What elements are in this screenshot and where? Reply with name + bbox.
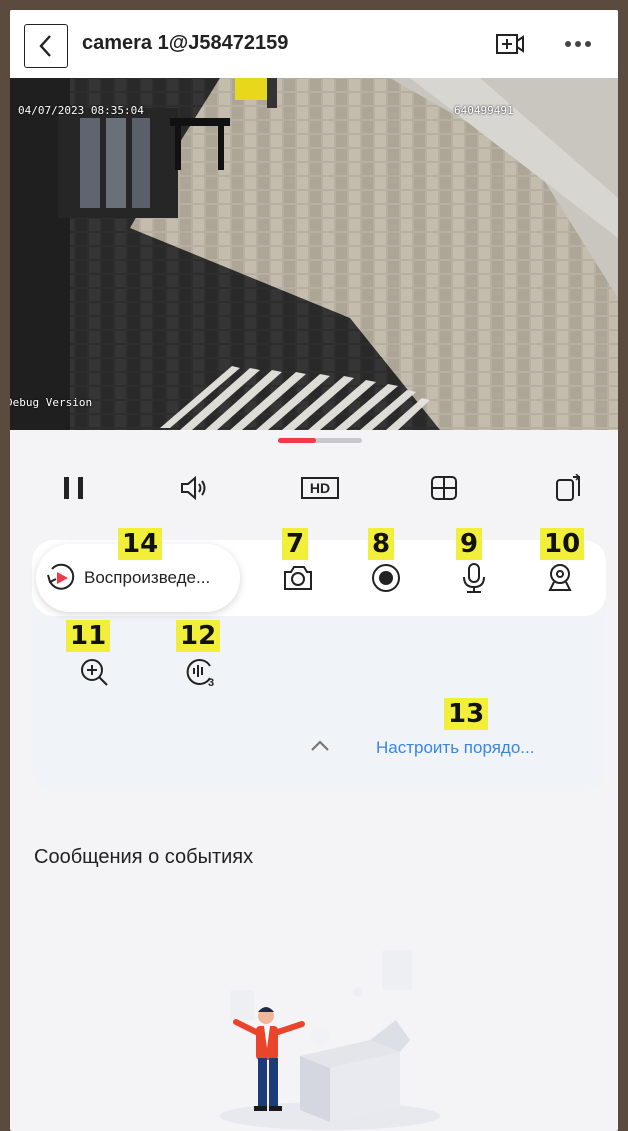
annotation-badge-13: 13 bbox=[444, 698, 489, 730]
alarm-button[interactable]: 3 bbox=[180, 652, 220, 692]
volume-icon bbox=[181, 475, 206, 501]
hd-quality-button[interactable]: HD bbox=[298, 466, 342, 510]
video-code: 640499491 bbox=[454, 104, 514, 117]
annotation-badge-11: 11 bbox=[66, 620, 111, 652]
zoom-in-icon bbox=[81, 659, 108, 686]
more-dots-icon bbox=[565, 41, 591, 47]
annotation-badge-14: 14 bbox=[118, 528, 163, 560]
digital-zoom-button[interactable] bbox=[74, 652, 114, 692]
playback-icon bbox=[47, 563, 75, 590]
app-frame: camera 1@J58472159 04/07/2023 08:35:04 6… bbox=[10, 10, 618, 1131]
events-section-title: Сообщения о событиях bbox=[34, 846, 254, 868]
grid-split-icon bbox=[431, 476, 457, 500]
add-camera-button[interactable] bbox=[494, 30, 526, 58]
chevron-left-icon bbox=[39, 35, 51, 57]
volume-button[interactable] bbox=[172, 466, 216, 510]
ptz-button[interactable] bbox=[540, 558, 580, 598]
microphone-icon bbox=[463, 563, 485, 593]
annotation-badge-10: 10 bbox=[540, 528, 585, 560]
chevron-up-icon[interactable] bbox=[308, 736, 332, 756]
svg-text:3: 3 bbox=[208, 677, 214, 688]
rotate-screen-button[interactable] bbox=[546, 466, 590, 510]
video-timestamp: 04/07/2023 08:35:04 bbox=[18, 104, 144, 117]
annotation-badge-7: 7 bbox=[282, 528, 309, 560]
record-icon bbox=[372, 564, 400, 592]
header-bar: camera 1@J58472159 bbox=[10, 10, 618, 78]
annotation-badge-9: 9 bbox=[456, 528, 483, 560]
page-title: camera 1@J58472159 bbox=[82, 32, 289, 54]
back-button[interactable] bbox=[24, 24, 68, 68]
stream-progress bbox=[278, 438, 362, 443]
debug-label: Debug Version bbox=[10, 396, 93, 409]
ptz-camera-icon bbox=[548, 564, 572, 591]
alarm-sound-icon: 3 bbox=[186, 659, 214, 688]
camera-scene-image bbox=[10, 78, 618, 430]
playback-label: Воспроизведе... bbox=[84, 568, 211, 587]
split-screen-button[interactable] bbox=[422, 466, 466, 510]
camera-video-feed[interactable]: 04/07/2023 08:35:04 640499491 Debug Vers… bbox=[10, 78, 618, 430]
record-button[interactable] bbox=[366, 558, 406, 598]
rotate-screen-icon bbox=[556, 474, 581, 501]
camera-snapshot-icon bbox=[284, 566, 312, 590]
hd-icon: HD bbox=[301, 477, 339, 499]
annotation-badge-8: 8 bbox=[368, 528, 395, 560]
customize-order-link[interactable]: Настроить порядо... bbox=[376, 738, 534, 758]
pause-icon bbox=[64, 477, 83, 499]
annotation-badge-12: 12 bbox=[176, 620, 221, 652]
stream-progress-fill bbox=[278, 438, 316, 443]
talk-button[interactable] bbox=[454, 558, 494, 598]
empty-state-illustration bbox=[220, 950, 440, 1130]
more-button[interactable] bbox=[562, 30, 594, 58]
hd-label: HD bbox=[310, 480, 330, 496]
snapshot-button[interactable] bbox=[278, 558, 318, 598]
video-add-icon bbox=[496, 34, 524, 54]
pause-button[interactable] bbox=[52, 466, 96, 510]
